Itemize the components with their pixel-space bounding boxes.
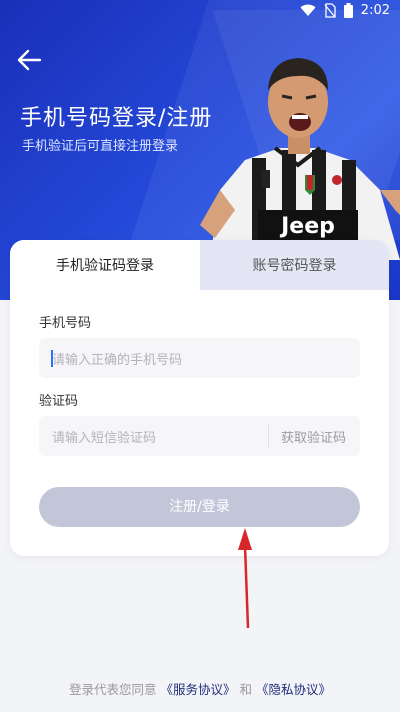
service-agreement-link[interactable]: 《服务协议》 (160, 682, 235, 697)
code-placeholder: 请输入短信验证码 (52, 431, 157, 446)
football-player-image: Jeep (200, 58, 400, 260)
arrow-left-icon (17, 49, 42, 71)
clock-time: 2:02 (360, 3, 390, 18)
agreement-and: 和 (239, 682, 252, 697)
svg-text:Jeep: Jeep (279, 214, 335, 239)
get-code-button[interactable]: 获取验证码 (281, 427, 346, 446)
back-button[interactable] (14, 44, 46, 76)
page-title: 手机号码登录/注册 (20, 106, 213, 131)
tab-password-login[interactable]: 账号密码登录 (200, 240, 389, 290)
status-bar: 2:02 (0, 0, 400, 24)
battery-icon (343, 3, 353, 18)
phone-input[interactable]: 请输入正确的手机号码 (39, 338, 360, 378)
register-login-button[interactable]: 注册/登录 (39, 487, 360, 527)
agreement-prefix: 登录代表您同意 (68, 682, 157, 697)
page-subtitle: 手机验证后可直接注册登录 (22, 139, 179, 154)
wifi-icon (300, 4, 316, 16)
code-label: 验证码 (39, 394, 79, 409)
no-sim-icon (324, 3, 336, 18)
agreement-text: 登录代表您同意 《服务协议》 和 《隐私协议》 (0, 679, 400, 698)
code-input[interactable]: 请输入短信验证码 获取验证码 (39, 416, 360, 456)
annotation-arrow (238, 528, 252, 629)
privacy-agreement-link[interactable]: 《隐私协议》 (256, 682, 331, 697)
phone-placeholder: 请输入正确的手机号码 (52, 353, 183, 368)
divider (268, 424, 269, 448)
phone-label: 手机号码 (39, 316, 92, 331)
tab-sms-login[interactable]: 手机验证码登录 (10, 240, 200, 295)
